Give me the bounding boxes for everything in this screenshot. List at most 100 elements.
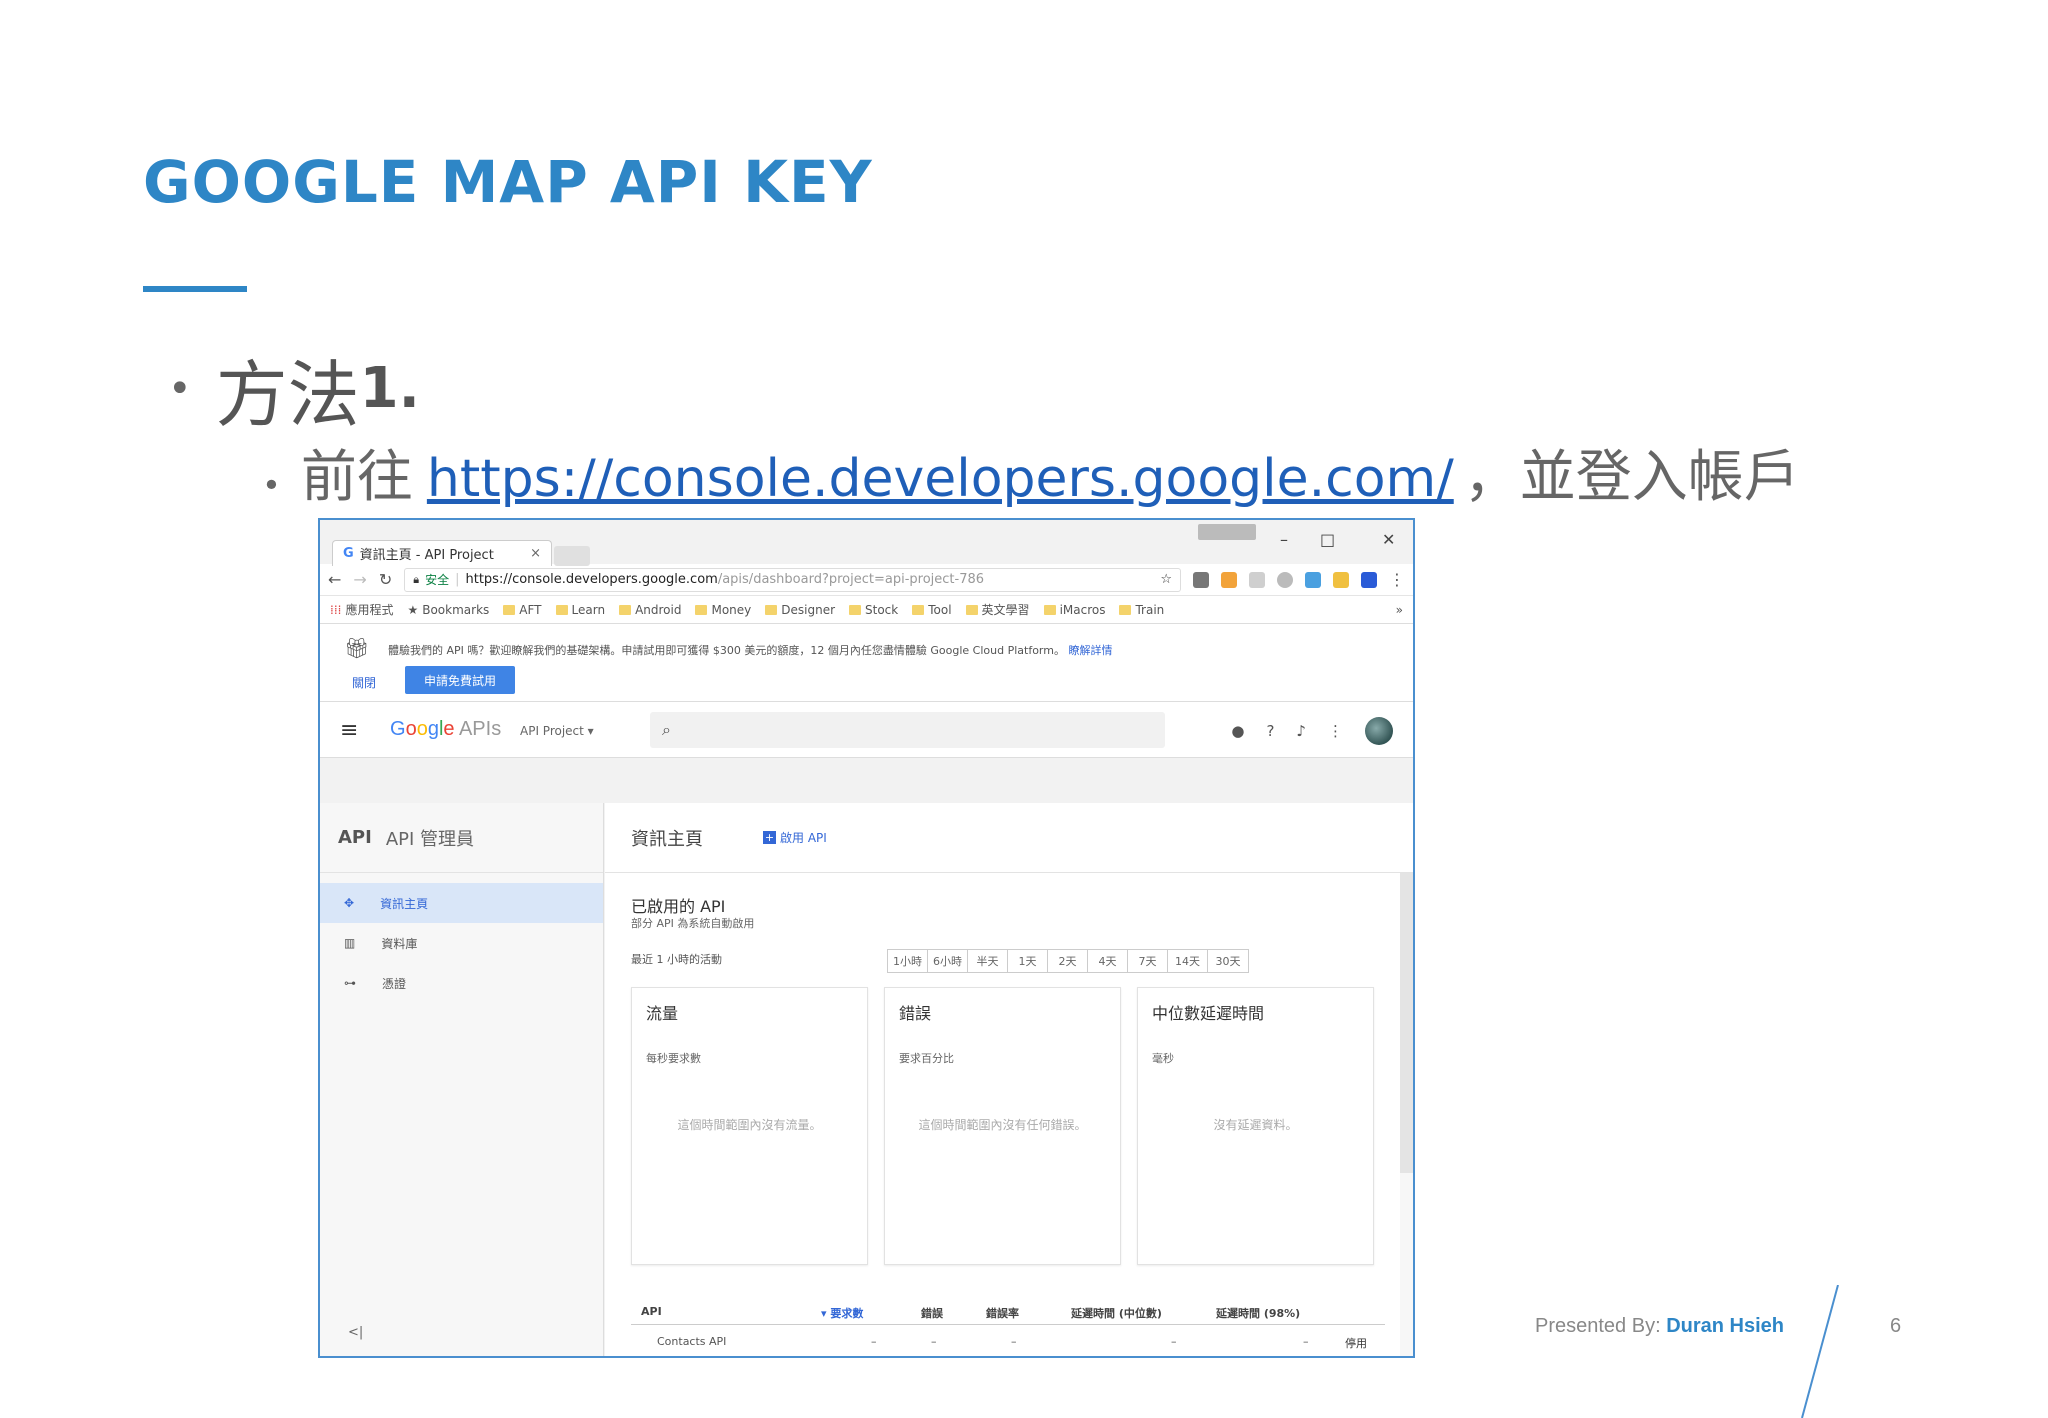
bookmark-folder[interactable]: Android bbox=[619, 603, 681, 617]
content-scrollbar[interactable] bbox=[1400, 873, 1413, 1173]
library-icon: ▥ bbox=[344, 936, 356, 950]
bookmark-folder[interactable]: Train bbox=[1119, 603, 1164, 617]
extension-icon[interactable] bbox=[1361, 571, 1377, 588]
bookmark-folder[interactable]: Money bbox=[695, 603, 751, 617]
bookmark-folder[interactable]: iMacros bbox=[1043, 603, 1105, 617]
bookmark-folder[interactable]: Tool bbox=[912, 603, 952, 617]
extension-icon[interactable] bbox=[1305, 571, 1321, 588]
dismiss-link[interactable]: 關閉 bbox=[352, 674, 376, 691]
dashboard-main: 資訊主頁 + 啟用 API 已啟用的 API 部分 API 為系統自動啟用 最近 … bbox=[605, 803, 1413, 1356]
feedback-icon[interactable]: ● bbox=[1231, 722, 1244, 740]
column-header[interactable]: ▾ 要求數 bbox=[821, 1305, 863, 1321]
sidebar-item-library[interactable]: ▥ 資料庫 bbox=[320, 923, 603, 963]
reload-icon[interactable]: ↻ bbox=[379, 570, 392, 589]
bookmark-folder[interactable]: AFT bbox=[503, 603, 542, 617]
slide-title: GOOGLE MAP API KEY bbox=[143, 148, 873, 216]
new-tab-button[interactable] bbox=[554, 546, 590, 566]
bookmark-folder[interactable]: Stock bbox=[849, 603, 898, 617]
learn-more-link[interactable]: 瞭解詳情 bbox=[1068, 644, 1112, 657]
more-vert-icon[interactable]: ⋮ bbox=[1328, 722, 1343, 740]
column-header[interactable]: API bbox=[641, 1305, 662, 1318]
table-cell: – bbox=[871, 1335, 877, 1348]
back-arrow-icon[interactable]: ← bbox=[328, 570, 341, 589]
extension-icon[interactable] bbox=[1249, 571, 1265, 588]
collapse-sidebar-icon[interactable]: <| bbox=[348, 1325, 363, 1340]
range-option[interactable]: 1小時 bbox=[888, 950, 928, 972]
profile-badge[interactable] bbox=[1198, 524, 1256, 540]
recent-activity-label: 最近 1 小時的活動 bbox=[631, 953, 722, 966]
address-bar[interactable]: 🔒︎ 安全 | https://console.developers.googl… bbox=[404, 567, 1181, 592]
api-table-header: API ▾ 要求數 錯誤 錯誤率 延遲時間 (中位數) 延遲時間 (98%) bbox=[631, 1299, 1385, 1325]
range-option[interactable]: 半天 bbox=[968, 950, 1008, 972]
card-subtitle: 毫秒 bbox=[1152, 1052, 1174, 1065]
browser-titlebar: G 資訊主頁 - API Project × – □ ✕ bbox=[320, 520, 1413, 566]
dashboard-icon: ✥ bbox=[344, 896, 355, 910]
url-host: https://console.developers.google.com bbox=[465, 572, 718, 587]
browser-toolbar: ← → ↻ 🔒︎ 安全 | https://console.developers… bbox=[320, 564, 1413, 596]
bullet-method-number: 1. bbox=[359, 356, 420, 421]
bullet-goto-prefix: 前往 bbox=[300, 445, 413, 510]
hamburger-menu-icon[interactable]: ≡ bbox=[340, 718, 358, 743]
range-option[interactable]: 4天 bbox=[1088, 950, 1128, 972]
minimize-icon[interactable]: – bbox=[1280, 530, 1288, 549]
range-option[interactable]: 14天 bbox=[1168, 950, 1208, 972]
column-header[interactable]: 錯誤率 bbox=[986, 1305, 1019, 1321]
enable-api-button[interactable]: + 啟用 API bbox=[763, 829, 827, 846]
appbar-actions: ● ? ♪ ⋮ bbox=[1231, 717, 1393, 745]
table-cell: – bbox=[931, 1335, 937, 1348]
google-apis-logo[interactable]: Google APIs bbox=[390, 718, 501, 741]
table-cell: – bbox=[1171, 1335, 1177, 1348]
sidebar-item-credentials[interactable]: ⊶ 憑證 bbox=[320, 963, 603, 1003]
search-icon: ⌕ bbox=[662, 720, 671, 739]
notifications-bell-icon[interactable]: ♪ bbox=[1296, 722, 1306, 740]
range-option[interactable]: 1天 bbox=[1008, 950, 1048, 972]
range-option[interactable]: 2天 bbox=[1048, 950, 1088, 972]
extension-icon[interactable] bbox=[1277, 571, 1293, 588]
column-header[interactable]: 延遲時間 (中位數) bbox=[1071, 1305, 1162, 1321]
range-option[interactable]: 7天 bbox=[1128, 950, 1168, 972]
maximize-icon[interactable]: □ bbox=[1320, 530, 1335, 549]
project-selector[interactable]: API Project ▾ bbox=[520, 724, 594, 738]
sidebar-item-label: 資料庫 bbox=[381, 936, 418, 951]
card-subtitle: 要求百分比 bbox=[899, 1052, 954, 1065]
browser-menu-icon[interactable]: ⋮ bbox=[1389, 570, 1405, 589]
tab-close-icon[interactable]: × bbox=[530, 546, 541, 561]
console-screenshot: G 資訊主頁 - API Project × – □ ✕ ← → ↻ 🔒︎ 安全… bbox=[318, 518, 1415, 1358]
free-trial-banner: 🎁︎ 體驗我們的 API 嗎？歡迎瞭解我們的基礎架構。申請試用即可獲得 $300… bbox=[320, 624, 1413, 702]
bookmark-folder[interactable]: Designer bbox=[765, 603, 835, 617]
browser-tab[interactable]: G 資訊主頁 - API Project × bbox=[332, 540, 552, 566]
range-option[interactable]: 30天 bbox=[1208, 950, 1248, 972]
dashboard-content: 已啟用的 API 部分 API 為系統自動啟用 最近 1 小時的活動 1小時 6… bbox=[605, 873, 1400, 1356]
free-trial-button[interactable]: 申請免費試用 bbox=[405, 666, 515, 694]
bookmarks-overflow-icon[interactable]: » bbox=[1396, 603, 1403, 617]
api-name-link[interactable]: Contacts API bbox=[657, 1335, 726, 1348]
help-icon[interactable]: ? bbox=[1266, 722, 1274, 740]
extension-icon[interactable] bbox=[1193, 571, 1209, 588]
console-link[interactable]: https://console.developers.google.com/ bbox=[427, 449, 1454, 509]
card-title: 錯誤 bbox=[899, 1004, 932, 1023]
close-window-icon[interactable]: ✕ bbox=[1382, 530, 1395, 549]
column-header[interactable]: 錯誤 bbox=[921, 1305, 943, 1321]
extension-icon[interactable] bbox=[1333, 571, 1349, 588]
bookmark-folder[interactable]: 英文學習 bbox=[965, 601, 1030, 618]
card-empty-message: 這個時間範圍內沒有流量。 bbox=[677, 1118, 822, 1132]
avatar[interactable] bbox=[1365, 717, 1393, 745]
enabled-apis-title: 已啟用的 API bbox=[631, 897, 726, 916]
apps-grid-icon: ⁞⁞⁞ bbox=[330, 602, 342, 617]
extension-icon[interactable] bbox=[1221, 571, 1237, 588]
range-option[interactable]: 6小時 bbox=[928, 950, 968, 972]
bookmark-star-icon[interactable]: ☆ bbox=[1160, 572, 1172, 587]
card-empty-message: 這個時間範圍內沒有任何錯誤。 bbox=[918, 1118, 1087, 1132]
presenter-name: Duran Hsieh bbox=[1666, 1315, 1784, 1337]
sidebar-item-dashboard[interactable]: ✥ 資訊主頁 bbox=[320, 883, 603, 923]
card-subtitle: 每秒要求數 bbox=[646, 1052, 701, 1065]
folder-icon bbox=[1043, 604, 1056, 615]
bookmark-item[interactable]: ★ Bookmarks bbox=[407, 603, 489, 617]
table-row: Contacts API – – – – – 停用 bbox=[631, 1329, 1385, 1355]
disable-api-button[interactable]: 停用 bbox=[1345, 1335, 1367, 1351]
bookmark-apps[interactable]: ⁞⁞⁞ 應用程式 bbox=[330, 601, 393, 618]
bookmark-folder[interactable]: Learn bbox=[555, 603, 605, 617]
search-input[interactable]: ⌕ bbox=[650, 712, 1165, 748]
column-header[interactable]: 延遲時間 (98%) bbox=[1216, 1305, 1300, 1321]
forward-arrow-icon[interactable]: → bbox=[353, 570, 366, 589]
